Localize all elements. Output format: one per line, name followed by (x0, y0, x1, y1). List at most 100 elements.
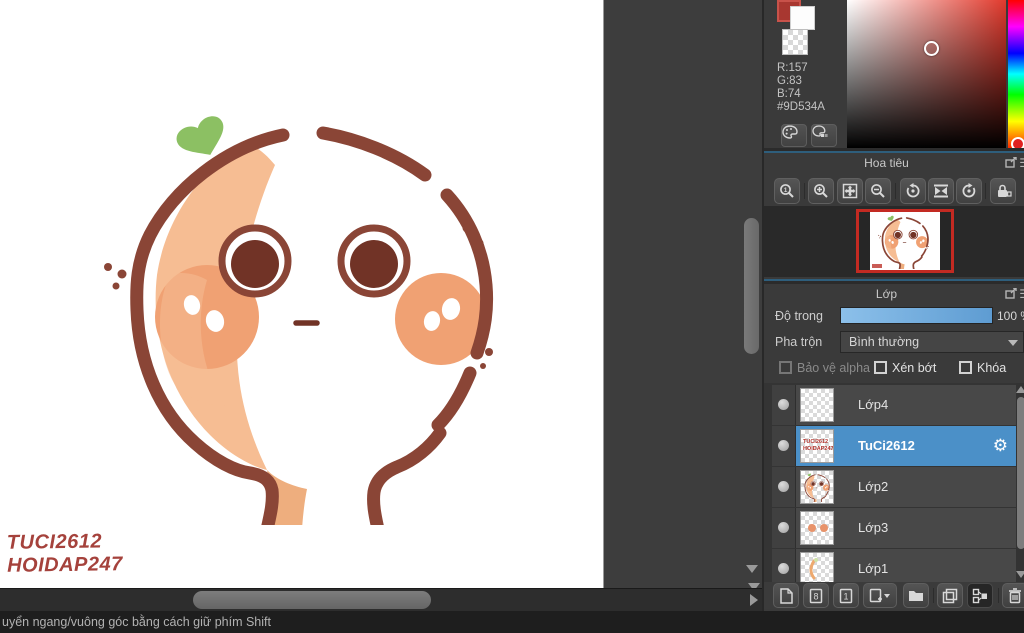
new-folder-button[interactable] (903, 583, 929, 608)
popout-window-icon[interactable] (1005, 288, 1017, 299)
layer-name: Lớp2 (858, 479, 889, 494)
layer-list-scrollbar[interactable] (1016, 383, 1024, 582)
layer-row[interactable]: Lớp3 (772, 508, 1016, 548)
status-bar: uyển ngang/vuông góc bằng cách giữ phím … (0, 611, 1024, 633)
app-window: TUCI2612 HOIDAP247 uyển ngang/vuông góc … (0, 0, 1024, 633)
rotate-ccw-button[interactable] (900, 178, 926, 204)
layer-thumbnail (800, 470, 834, 504)
navigator-watermark-mark (872, 264, 882, 268)
toolbar-separator (998, 588, 999, 603)
new-8bit-layer-button[interactable]: 8 (803, 583, 829, 608)
canvas-workspace[interactable]: TUCI2612 HOIDAP247 (0, 0, 762, 591)
opacity-slider[interactable] (840, 307, 993, 324)
rotate-cw-button[interactable] (956, 178, 982, 204)
zoom-in-button[interactable] (808, 178, 834, 204)
horizontal-scrollbar-thumb[interactable] (193, 591, 431, 609)
transparent-color-swatch[interactable] (782, 29, 808, 55)
panel-menu-icon[interactable]: ☰ (1019, 156, 1024, 170)
svg-text:1: 1 (784, 187, 788, 194)
palette-swatches-icon (812, 125, 828, 137)
duplicate-layer-icon (942, 588, 958, 603)
zoom-in-icon (814, 184, 828, 198)
drawing-canvas[interactable]: TUCI2612 HOIDAP247 (0, 0, 604, 588)
zoom-100-button[interactable]: 1 (774, 178, 800, 204)
new-1bit-layer-button[interactable]: 1 (833, 583, 859, 608)
scroll-down-arrow-icon[interactable] (1016, 571, 1024, 578)
layer-visibility-dot[interactable] (778, 481, 789, 492)
horizontal-scrollbar[interactable] (0, 588, 762, 612)
navigator-view-frame[interactable] (856, 209, 954, 273)
layer-visibility-dot[interactable] (778, 563, 789, 574)
layer-8bit-icon: 8 (809, 588, 823, 603)
navigator-titlebar[interactable]: Hoa tiêu ☰ (764, 153, 1024, 173)
palette-button[interactable] (781, 124, 807, 147)
rotate-cw-icon (962, 183, 976, 198)
vertical-scrollbar-thumb[interactable] (744, 218, 759, 354)
layer-row[interactable]: Lớp4 (772, 385, 1016, 425)
background-color-swatch[interactable] (790, 6, 815, 30)
character-artwork (95, 95, 525, 525)
zoom-100-icon: 1 (780, 184, 794, 198)
navigator-title: Hoa tiêu (864, 156, 909, 170)
opacity-label: Độ trong (775, 309, 823, 323)
right-panel: R:157 G:83 B:74 #9D534A Hoa tiêu 1 Lớp Đ… (762, 0, 1024, 611)
palette-set-button[interactable] (811, 124, 837, 147)
lock-checkbox[interactable] (959, 361, 972, 374)
layer-thumbnail: TUCI2612 HOIDAP247 (800, 429, 834, 463)
scroll-right-arrow-icon[interactable] (750, 594, 758, 606)
layer-list-scrollbar-thumb[interactable] (1017, 397, 1024, 549)
protect-alpha-label: Bảo vệ alpha (797, 361, 870, 375)
layer-settings-gear-icon[interactable]: ⚙ (993, 436, 1008, 456)
rotate-lock-icon (997, 184, 1012, 197)
chevron-down-icon (1008, 340, 1018, 346)
clipping-label: Xén bớt (892, 361, 937, 375)
layer-row[interactable]: Lớp2 (772, 467, 1016, 507)
layer-thumbnail-art (802, 472, 832, 502)
layer-toolbar: 8 1 (764, 582, 1024, 609)
navigator-preview[interactable] (764, 206, 1024, 277)
navigator-thumbnail-art (877, 213, 933, 269)
color-picker-cursor[interactable] (924, 41, 939, 56)
fit-screen-button[interactable] (837, 178, 863, 204)
blend-mode-dropdown[interactable]: Bình thường (840, 331, 1024, 353)
watermark-line-1: TUCI2612 (6, 530, 103, 554)
merge-layer-button[interactable] (967, 583, 993, 608)
new-layer-icon (780, 587, 793, 604)
reset-rotation-icon (934, 184, 948, 198)
clipping-checkbox[interactable] (874, 361, 887, 374)
scroll-up-arrow-icon[interactable] (1016, 386, 1024, 393)
rotate-lock-button[interactable] (990, 178, 1016, 204)
saturation-value-picker[interactable] (847, 0, 1006, 148)
panel-menu-icon[interactable]: ☰ (1019, 287, 1024, 301)
add-layer-menu-button[interactable] (863, 583, 897, 608)
layer-row-selected[interactable]: TUCI2612 HOIDAP247 TuCi2612 ⚙ (772, 426, 1016, 466)
layer-name: Lớp1 (858, 561, 889, 576)
duplicate-layer-button[interactable] (937, 583, 963, 608)
hue-slider[interactable] (1008, 0, 1024, 148)
protect-alpha-checkbox[interactable] (779, 361, 792, 374)
layer-name: Lớp3 (858, 520, 889, 535)
layer-visibility-dot[interactable] (778, 440, 789, 451)
rgb-r-value: R:157 (777, 62, 808, 74)
layer-thumbnail (800, 388, 834, 422)
watermark-line-2: HOIDAP247 (7, 553, 123, 577)
popout-window-icon[interactable] (1005, 157, 1017, 168)
fit-screen-icon (842, 183, 858, 199)
new-layer-button[interactable] (773, 583, 799, 608)
layer-name: TuCi2612 (858, 438, 915, 453)
thumb-scribble-2: HOIDAP247 (803, 445, 834, 452)
layer-thumbnail (800, 552, 834, 586)
reset-rotation-button[interactable] (928, 178, 954, 204)
layer-visibility-dot[interactable] (778, 522, 789, 533)
svg-text:1: 1 (843, 591, 848, 601)
toolbar-separator (933, 588, 934, 603)
zoom-out-icon (871, 184, 885, 198)
zoom-out-button[interactable] (865, 178, 891, 204)
delete-layer-button[interactable] (1002, 583, 1024, 608)
merge-layer-icon (972, 588, 987, 603)
folder-icon (909, 591, 923, 601)
scroll-down-arrow-icon[interactable] (746, 565, 758, 573)
layer-visibility-dot[interactable] (778, 399, 789, 410)
layers-titlebar[interactable]: Lớp ☰ (764, 284, 1024, 304)
add-layer-icon (869, 588, 890, 602)
